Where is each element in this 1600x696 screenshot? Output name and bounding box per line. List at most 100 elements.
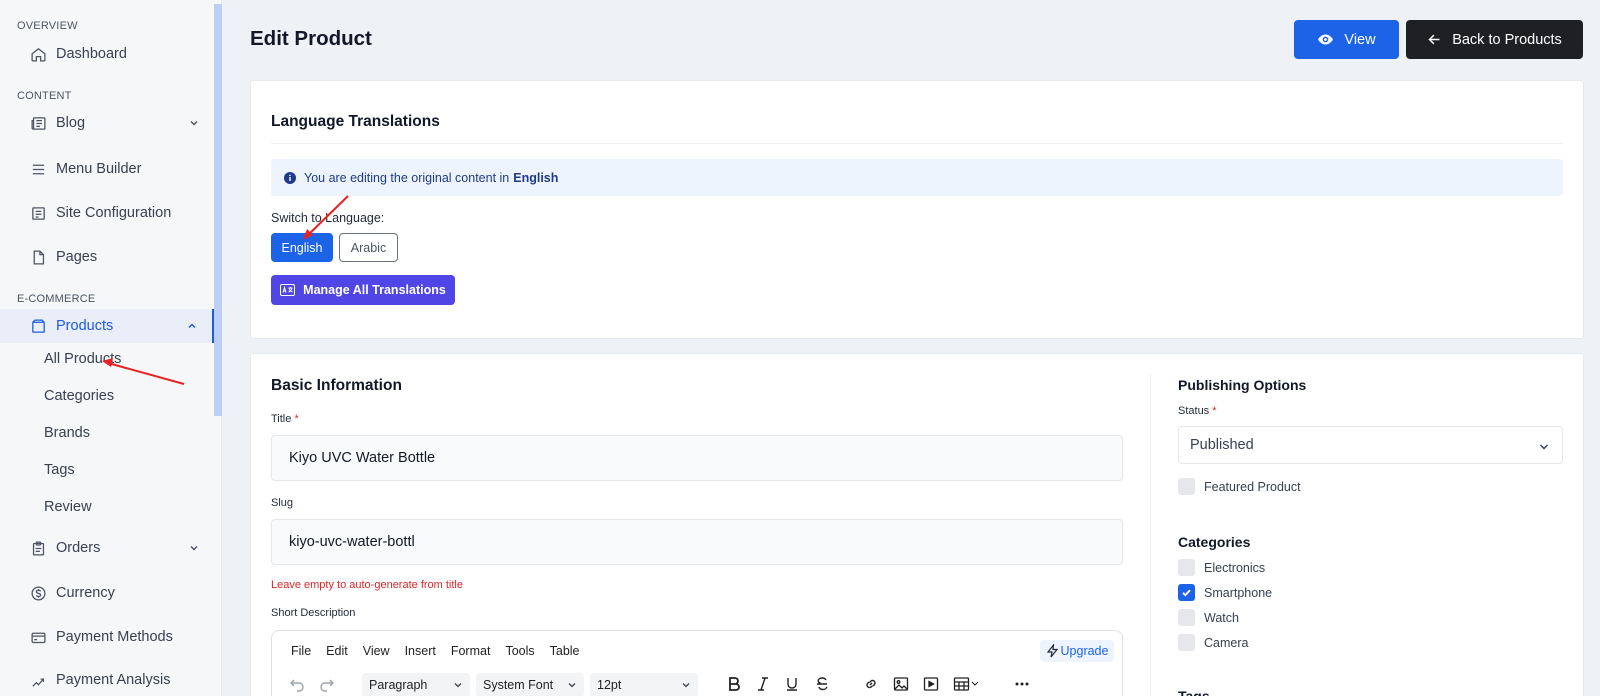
category-checkbox-watch[interactable]: Watch [1178,609,1239,626]
box-icon [30,318,47,335]
sidebar-item-blog[interactable]: Blog [0,106,214,140]
sidebar-item-menu-builder[interactable]: Menu Builder [0,152,214,186]
page-icon [30,249,47,266]
block-format-select[interactable]: Paragraph [362,673,470,696]
category-checkbox-electronics[interactable]: Electronics [1178,559,1265,576]
section-label-ecommerce: E-COMMERCE [17,293,96,305]
view-button-label: View [1344,31,1376,48]
eye-icon [1318,34,1334,45]
sidebar-item-pages[interactable]: Pages [0,240,214,274]
title-label-text: Title [271,413,292,425]
info-language: English [513,170,559,185]
sidebar-item-dashboard[interactable]: Dashboard [0,37,214,71]
home-icon [30,46,47,63]
sidebar: OVERVIEW Dashboard CONTENT Blog Menu Bui… [0,0,222,696]
checkbox-box-checked[interactable] [1178,584,1195,601]
chevron-down-icon [190,545,198,551]
sidebar-item-label: Payment Methods [56,629,173,645]
status-select[interactable]: Published [1178,426,1563,464]
editor-menu-format[interactable]: Format [451,644,491,658]
checkbox-box[interactable] [1178,609,1195,626]
checkbox-box[interactable] [1178,559,1195,576]
title-label: Title * [271,413,299,425]
category-checkbox-smartphone[interactable]: Smartphone [1178,584,1272,601]
font-family-select[interactable]: System Font [476,673,584,696]
sidebar-item-currency[interactable]: Currency [0,576,214,610]
view-button[interactable]: View [1294,20,1399,59]
section-label-overview: OVERVIEW [17,20,78,32]
manage-translations-button[interactable]: Manage All Translations [271,275,455,305]
editor-menu-tools[interactable]: Tools [505,644,534,658]
sidebar-item-payment-methods[interactable]: Payment Methods [0,620,214,654]
switch-language-label: Switch to Language: [271,211,385,225]
status-select-value: Published [1190,437,1254,453]
required-mark: * [1212,405,1217,417]
title-input[interactable]: Kiyo UVC Water Bottle [271,435,1123,481]
language-button-arabic[interactable]: Arabic [339,233,398,262]
sidebar-subitem-all-products[interactable]: All Products [44,351,121,367]
editor-menu-view[interactable]: View [363,644,390,658]
sidebar-item-label: Payment Analysis [56,672,171,688]
title-input-value: Kiyo UVC Water Bottle [289,450,436,466]
sidebar-item-label: Currency [56,585,115,601]
sidebar-item-label: Menu Builder [56,161,142,177]
redo-icon[interactable] [318,675,336,693]
undo-icon[interactable] [288,675,306,693]
table-icon[interactable] [952,675,982,693]
tags-heading: Tags [1178,688,1210,696]
divider [271,143,1563,144]
sidebar-item-orders[interactable]: Orders [0,531,214,565]
translations-heading: Language Translations [271,113,440,130]
arrow-left-icon [1428,34,1440,45]
language-button-english[interactable]: English [271,233,333,262]
sidebar-subitem-brands[interactable]: Brands [44,425,90,441]
sidebar-subitem-review[interactable]: Review [44,499,92,515]
featured-product-checkbox[interactable]: Featured Product [1178,478,1301,495]
editor-menu-table[interactable]: Table [550,644,580,658]
sidebar-subitem-categories[interactable]: Categories [44,388,114,404]
link-icon[interactable] [862,675,880,693]
slug-label: Slug [271,497,294,509]
more-icon[interactable] [1013,675,1031,693]
editor-menu-insert[interactable]: Insert [405,644,436,658]
bold-icon[interactable] [725,675,743,693]
checkbox-box[interactable] [1178,478,1195,495]
upgrade-label: Upgrade [1060,644,1109,658]
clipboard-icon [30,540,47,557]
column-divider [1150,374,1151,696]
category-checkbox-camera[interactable]: Camera [1178,634,1248,651]
slug-hint: Leave empty to auto-generate from title [271,579,463,591]
basic-information-heading: Basic Information [271,377,402,394]
back-button-label: Back to Products [1452,31,1562,48]
sidebar-item-products[interactable]: Products [0,309,214,343]
editor-menubar: File Edit View Insert Format Tools Table [291,644,580,658]
font-size-value: 12pt [597,678,622,692]
sidebar-scrollbar[interactable] [214,4,222,416]
font-size-select[interactable]: 12pt [590,673,698,696]
settings-list-icon [30,205,47,222]
editor-menu-file[interactable]: File [291,644,311,658]
publishing-options-heading: Publishing Options [1178,377,1307,393]
categories-heading: Categories [1178,534,1251,550]
slug-input[interactable]: kiyo-uvc-water-bottl [271,519,1123,565]
media-icon[interactable] [922,675,940,693]
editor-menu-edit[interactable]: Edit [326,644,348,658]
strikethrough-icon[interactable] [813,675,831,693]
sidebar-item-payment-analysis[interactable]: Payment Analysis [0,663,214,696]
back-to-products-button[interactable]: Back to Products [1406,20,1583,59]
featured-product-label: Featured Product [1204,479,1301,494]
italic-icon[interactable] [754,675,772,693]
checkbox-box[interactable] [1178,634,1195,651]
category-label: Electronics [1204,560,1266,575]
page-title: Edit Product [250,27,372,50]
upgrade-button[interactable]: Upgrade [1040,640,1114,662]
underline-icon[interactable] [783,675,801,693]
analytics-icon [30,672,47,689]
sidebar-subitem-tags[interactable]: Tags [44,462,75,478]
section-label-content: CONTENT [17,90,72,102]
image-icon[interactable] [892,675,910,693]
category-label: Watch [1204,610,1239,625]
info-icon [284,171,296,184]
sidebar-item-site-configuration[interactable]: Site Configuration [0,196,214,230]
chevron-down-icon [190,120,198,126]
